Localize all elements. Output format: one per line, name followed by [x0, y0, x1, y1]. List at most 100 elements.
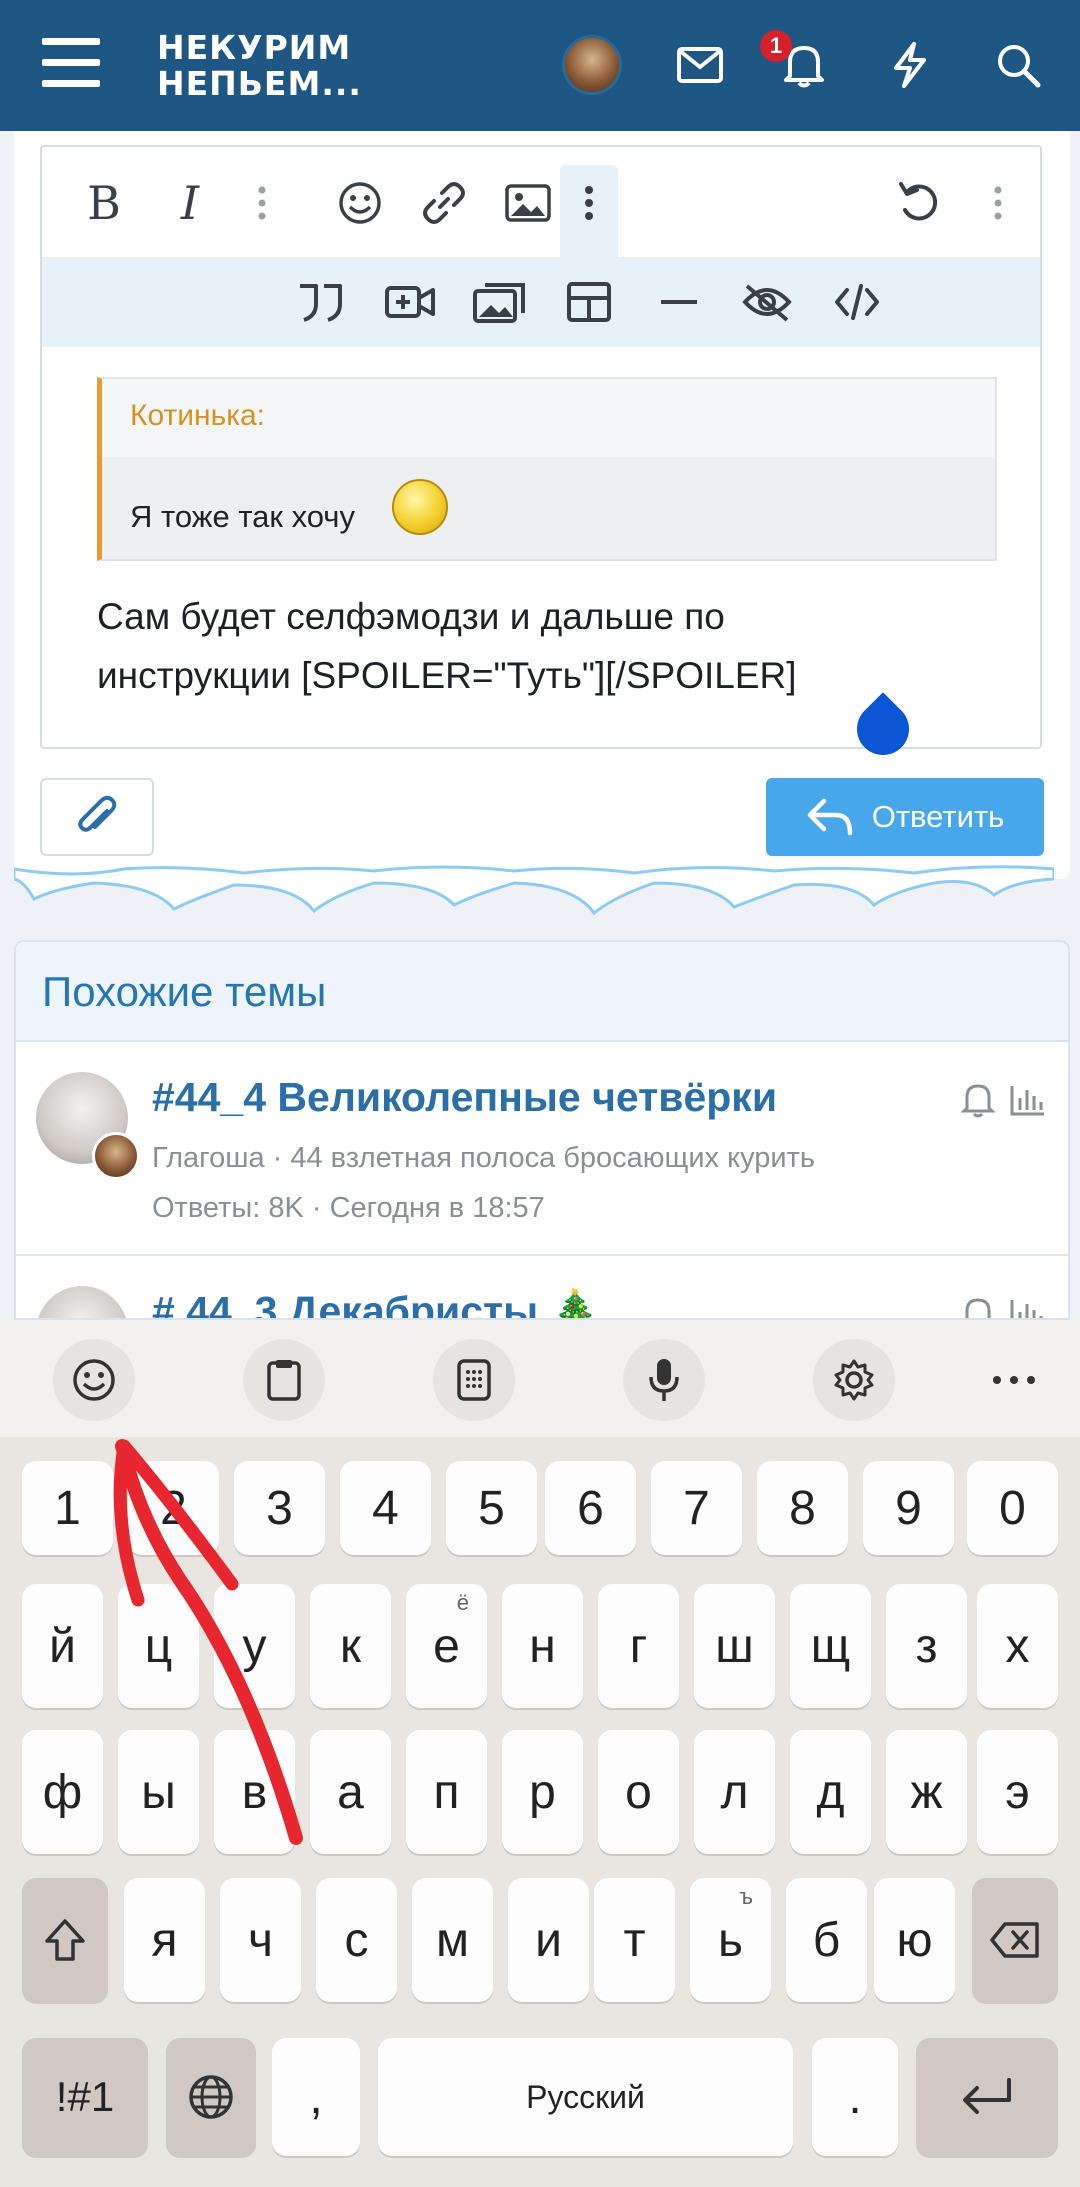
menu-icon[interactable]	[42, 38, 100, 90]
key-г[interactable]: г	[598, 1584, 679, 1708]
settings-icon[interactable]	[813, 1339, 895, 1421]
key-1[interactable]: 1	[22, 1461, 113, 1555]
key-с[interactable]: с	[316, 1878, 397, 2002]
key-ш[interactable]: ш	[694, 1584, 775, 1708]
key-7[interactable]: 7	[651, 1461, 742, 1555]
mic-icon[interactable]	[623, 1339, 705, 1421]
site-logo[interactable]: НЕКУРИМ НЕПЬЕМ...	[157, 30, 362, 102]
lightning-icon[interactable]	[878, 33, 942, 97]
clipboard-icon[interactable]	[243, 1339, 325, 1421]
key-2[interactable]: 2	[128, 1461, 219, 1555]
key-ь-label: ь	[717, 1913, 743, 1967]
backspace-key[interactable]	[972, 1878, 1058, 2002]
key-3[interactable]: 3	[234, 1461, 325, 1555]
language-key[interactable]	[166, 2038, 256, 2156]
search-icon[interactable]	[986, 33, 1050, 97]
more-horizontal-icon[interactable]	[973, 1339, 1055, 1421]
key-д[interactable]: д	[790, 1730, 871, 1854]
key-ю[interactable]: ю	[874, 1878, 955, 2002]
key-т[interactable]: т	[594, 1878, 675, 2002]
key-я[interactable]: я	[124, 1878, 205, 2002]
key-ж[interactable]: ж	[886, 1730, 967, 1854]
italic-icon[interactable]: I	[158, 167, 222, 239]
key-0[interactable]: 0	[967, 1461, 1058, 1555]
notification-badge: 1	[760, 30, 792, 62]
more-vertical-icon[interactable]	[978, 167, 1018, 239]
more-vertical-icon[interactable]	[242, 167, 282, 239]
video-icon[interactable]	[379, 271, 441, 333]
more-vertical-icon[interactable]	[569, 167, 609, 239]
table-icon[interactable]	[558, 271, 620, 333]
key-е[interactable]: е ё	[406, 1584, 487, 1708]
hide-icon[interactable]	[736, 271, 798, 333]
key-р[interactable]: р	[502, 1730, 583, 1854]
topic-stats: Ответы: 8K · Сегодня в 18:57	[152, 1192, 545, 1224]
key-б[interactable]: б	[786, 1878, 867, 2002]
smiley-icon[interactable]	[328, 167, 392, 239]
key-н[interactable]: н	[502, 1584, 583, 1708]
link-icon[interactable]	[412, 167, 476, 239]
undo-icon[interactable]	[888, 167, 952, 239]
key-ц[interactable]: ц	[118, 1584, 199, 1708]
topic-item[interactable]: #44_4 Великолепные четвёрки Глагоша · 44…	[16, 1044, 1068, 1256]
attach-files-button[interactable]	[40, 778, 154, 856]
bold-icon[interactable]: B	[72, 167, 136, 239]
symbols-key[interactable]: !#1	[22, 2038, 148, 2156]
key-х[interactable]: х	[977, 1584, 1058, 1708]
reply-button[interactable]: Ответить	[766, 778, 1044, 856]
quote-author[interactable]: Котинька:	[130, 399, 265, 433]
key-ч[interactable]: ч	[220, 1878, 301, 2002]
key-8[interactable]: 8	[757, 1461, 848, 1555]
message-line1: Сам будет селфэмодзи и дальше по	[97, 596, 725, 637]
key-в[interactable]: в	[214, 1730, 295, 1854]
topic-title[interactable]: #44_4 Великолепные четвёрки	[152, 1074, 777, 1121]
key-й[interactable]: й	[22, 1584, 103, 1708]
stats-icon[interactable]	[1006, 1292, 1050, 1318]
key-ф[interactable]: ф	[22, 1730, 103, 1854]
image-icon[interactable]	[496, 167, 560, 239]
key-п[interactable]: п	[406, 1730, 487, 1854]
key-9[interactable]: 9	[863, 1461, 954, 1555]
period-key[interactable]: .	[812, 2038, 898, 2156]
key-к[interactable]: к	[310, 1584, 391, 1708]
key-э[interactable]: э	[977, 1730, 1058, 1854]
space-key[interactable]: Русский	[378, 2038, 793, 2156]
key-ь[interactable]: ь ъ	[690, 1878, 771, 2002]
code-icon[interactable]	[826, 271, 888, 333]
enter-key[interactable]	[916, 2038, 1058, 2156]
shift-key[interactable]	[22, 1878, 108, 2002]
key-з[interactable]: з	[886, 1584, 967, 1708]
quote-icon[interactable]	[290, 271, 352, 333]
gallery-icon[interactable]	[469, 271, 531, 333]
key-6[interactable]: 6	[545, 1461, 636, 1555]
key-5[interactable]: 5	[446, 1461, 537, 1555]
topic-item[interactable]: # 44_3 Декабристы 🎄	[16, 1258, 1068, 1318]
avatar[interactable]	[92, 1132, 140, 1180]
topic-title[interactable]: # 44_3 Декабристы 🎄	[152, 1288, 601, 1318]
key-а[interactable]: а	[310, 1730, 391, 1854]
message-editor[interactable]: B I Котинька: Я тоже так хочу Сам будет …	[40, 145, 1042, 766]
key-ы[interactable]: ы	[118, 1730, 199, 1854]
avatar[interactable]	[36, 1286, 128, 1318]
comma-key[interactable]: ,	[272, 2038, 360, 2156]
horizontal-rule-icon[interactable]	[648, 271, 710, 333]
key-у[interactable]: у	[214, 1584, 295, 1708]
avatar[interactable]	[562, 35, 622, 95]
envelope-icon[interactable]	[668, 33, 732, 97]
bell-icon[interactable]	[956, 1292, 1000, 1318]
message-text[interactable]: Сам будет селфэмодзи и дальше по инструк…	[97, 587, 997, 705]
emoji-icon[interactable]	[53, 1339, 135, 1421]
topic-meta: Глагоша · 44 взлетная полоса бросающих к…	[152, 1142, 816, 1174]
key-и[interactable]: и	[508, 1878, 589, 2002]
key-о[interactable]: о	[598, 1730, 679, 1854]
key-4[interactable]: 4	[340, 1461, 431, 1555]
key-щ[interactable]: щ	[790, 1584, 871, 1708]
enter-icon	[963, 2078, 1011, 2114]
keypad-icon[interactable]	[433, 1339, 515, 1421]
key-м[interactable]: м	[412, 1878, 493, 2002]
stats-icon[interactable]	[1006, 1078, 1050, 1122]
logo-line2: НЕПЬЕМ...	[157, 64, 362, 103]
backspace-icon	[990, 1922, 1039, 1958]
key-л[interactable]: л	[694, 1730, 775, 1854]
bell-icon[interactable]	[956, 1078, 1000, 1122]
